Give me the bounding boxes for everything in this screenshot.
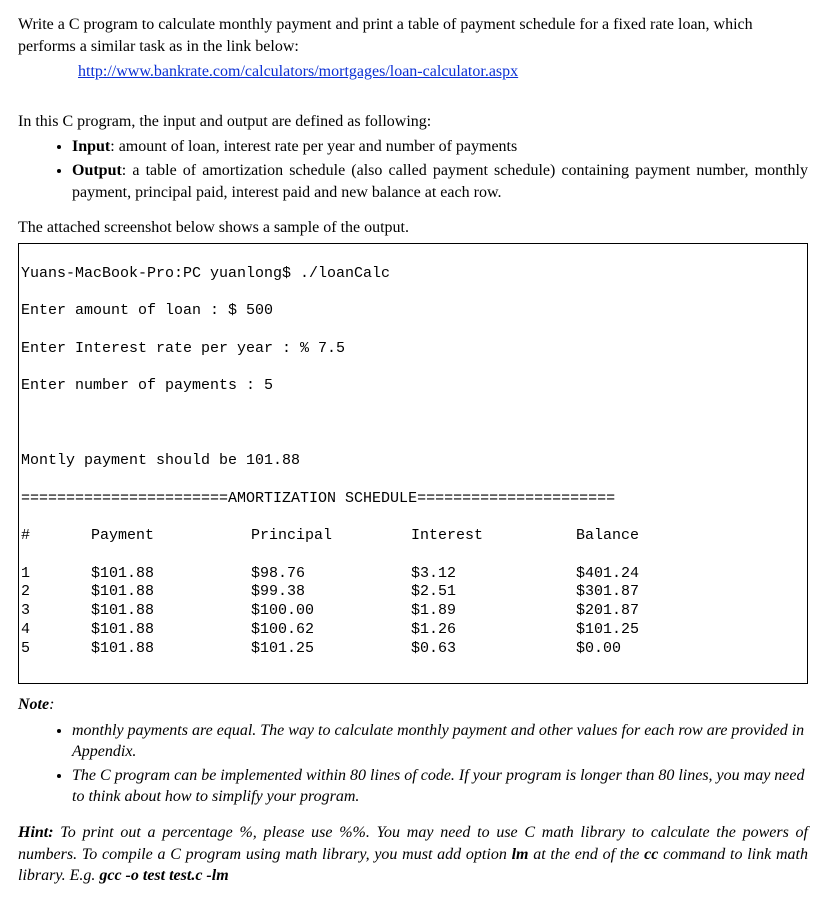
- input-text: : amount of loan, interest rate per year…: [110, 138, 517, 155]
- output-text: : a table of amortization schedule (also…: [72, 162, 808, 201]
- hint-cc: cc: [644, 846, 658, 863]
- problem-statement: Write a C program to calculate monthly p…: [18, 14, 808, 57]
- table-row: 3$101.88$100.00$1.89$201.87: [21, 602, 803, 621]
- header-balance: Balance: [576, 527, 726, 546]
- header-payment: Payment: [91, 527, 251, 546]
- header-interest: Interest: [411, 527, 576, 546]
- term-header-row: #PaymentPrincipalInterestBalance: [21, 527, 803, 546]
- term-blank: [21, 415, 803, 434]
- reference-link[interactable]: http://www.bankrate.com/calculators/mort…: [78, 61, 518, 83]
- table-cell: 4: [21, 621, 91, 640]
- term-monthly-payment: Montly payment should be 101.88: [21, 452, 803, 471]
- io-list: Input: amount of loan, interest rate per…: [18, 136, 808, 203]
- table-row: 5$101.88$101.25$0.63$0.00: [21, 640, 803, 659]
- table-cell: 1: [21, 565, 91, 584]
- table-cell: $0.00: [576, 640, 726, 659]
- table-row: 1$101.88$98.76$3.12$401.24: [21, 565, 803, 584]
- hint-paragraph: Hint: To print out a percentage %, pleas…: [18, 822, 808, 887]
- table-cell: $99.38: [251, 583, 411, 602]
- table-row: 4$101.88$100.62$1.26$101.25: [21, 621, 803, 640]
- input-label: Input: [72, 138, 110, 155]
- term-divider: =======================AMORTIZATION SCHE…: [21, 490, 803, 509]
- table-cell: $98.76: [251, 565, 411, 584]
- hint-label: Hint:: [18, 824, 54, 841]
- io-lead: In this C program, the input and output …: [18, 111, 808, 133]
- table-cell: $101.88: [91, 640, 251, 659]
- table-cell: $1.26: [411, 621, 576, 640]
- term-prompt-1: Enter amount of loan : $ 500: [21, 302, 803, 321]
- table-cell: $100.00: [251, 602, 411, 621]
- io-output-item: Output: a table of amortization schedule…: [72, 160, 808, 203]
- terminal-output: Yuans-MacBook-Pro:PC yuanlong$ ./loanCal…: [18, 243, 808, 684]
- table-cell: 2: [21, 583, 91, 602]
- table-cell: $101.88: [91, 583, 251, 602]
- table-cell: $101.25: [576, 621, 726, 640]
- table-cell: $1.89: [411, 602, 576, 621]
- table-cell: 5: [21, 640, 91, 659]
- table-cell: 3: [21, 602, 91, 621]
- note-heading: Note:: [18, 694, 808, 716]
- table-cell: $301.87: [576, 583, 726, 602]
- note-item-1: monthly payments are equal. The way to c…: [72, 720, 808, 763]
- term-prompt-3: Enter number of payments : 5: [21, 377, 803, 396]
- hint-example: gcc -o test test.c -lm: [99, 867, 228, 884]
- table-cell: $401.24: [576, 565, 726, 584]
- io-input-item: Input: amount of loan, interest rate per…: [72, 136, 808, 158]
- header-num: #: [21, 527, 91, 546]
- sample-lead: The attached screenshot below shows a sa…: [18, 217, 808, 239]
- table-cell: $100.62: [251, 621, 411, 640]
- table-cell: $101.25: [251, 640, 411, 659]
- output-label: Output: [72, 162, 122, 179]
- table-cell: $2.51: [411, 583, 576, 602]
- term-cmd: Yuans-MacBook-Pro:PC yuanlong$ ./loanCal…: [21, 265, 803, 284]
- table-cell: $201.87: [576, 602, 726, 621]
- table-row: 2$101.88$99.38$2.51$301.87: [21, 583, 803, 602]
- note-item-2: The C program can be implemented within …: [72, 765, 808, 808]
- header-principal: Principal: [251, 527, 411, 546]
- table-cell: $101.88: [91, 602, 251, 621]
- note-list: monthly payments are equal. The way to c…: [18, 720, 808, 808]
- hint-opt: lm: [512, 846, 529, 863]
- table-cell: $101.88: [91, 565, 251, 584]
- hint-body-b: at the end of the: [528, 846, 644, 863]
- table-cell: $3.12: [411, 565, 576, 584]
- term-prompt-2: Enter Interest rate per year : % 7.5: [21, 340, 803, 359]
- table-cell: $101.88: [91, 621, 251, 640]
- table-cell: $0.63: [411, 640, 576, 659]
